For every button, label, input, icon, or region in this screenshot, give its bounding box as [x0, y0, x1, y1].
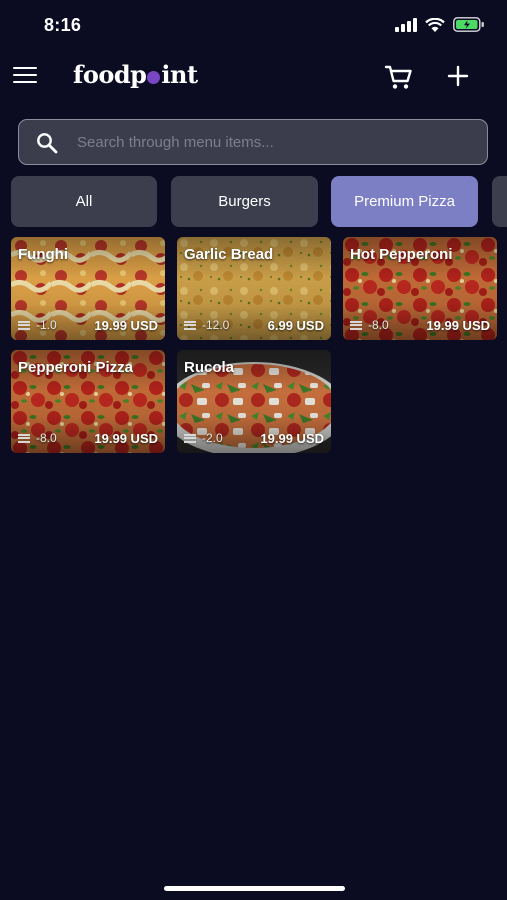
stock-icon [350, 320, 362, 330]
search-bar [18, 119, 488, 165]
stock-icon [184, 320, 196, 330]
item-stock: -2.0 [184, 431, 223, 445]
search-icon [37, 133, 58, 154]
category-burgers[interactable]: Burgers [171, 176, 318, 227]
item-stock: -8.0 [350, 318, 389, 332]
item-stock-value: -1.0 [36, 318, 57, 332]
item-stock-value: -8.0 [36, 431, 57, 445]
item-stock-value: -2.0 [202, 431, 223, 445]
logo-text-end: int [161, 60, 198, 89]
logo-text-start: foodp [73, 60, 147, 89]
item-price: 19.99 USD [94, 431, 158, 446]
category-label: All [75, 193, 93, 210]
battery-icon [453, 17, 484, 32]
category-label: Premium Pizza [354, 193, 455, 210]
item-stock-value: -8.0 [368, 318, 389, 332]
category-tabs: All Burgers Premium Pizza [11, 176, 507, 228]
item-name: Hot Pepperoni [350, 246, 453, 263]
item-stock: -12.0 [184, 318, 229, 332]
item-stock: -1.0 [18, 318, 57, 332]
menu-icon[interactable] [13, 66, 39, 86]
plus-icon[interactable] [446, 64, 470, 88]
category-all[interactable]: All [11, 176, 157, 227]
category-label: Burgers [218, 193, 271, 210]
item-price: 19.99 USD [426, 318, 490, 333]
item-price: 19.99 USD [94, 318, 158, 333]
item-stock-value: -12.0 [202, 318, 230, 332]
home-indicator[interactable] [164, 886, 345, 891]
stock-icon [184, 433, 196, 443]
menu-item-card[interactable]: Pepperoni Pizza -8.0 19.99 USD [11, 350, 165, 453]
status-bar: 8:16 [0, 0, 507, 50]
category-more[interactable] [492, 176, 507, 227]
app-logo: foodp int [73, 60, 198, 89]
cart-icon[interactable] [384, 62, 414, 92]
status-time: 8:16 [44, 15, 82, 35]
wifi-icon [425, 17, 445, 32]
category-premium-pizza[interactable]: Premium Pizza [331, 176, 478, 227]
stock-icon [18, 320, 30, 330]
stock-icon [18, 433, 30, 443]
search-input[interactable] [75, 120, 479, 165]
status-icons [395, 17, 485, 32]
menu-item-card[interactable]: Hot Pepperoni -8.0 19.99 USD [343, 237, 497, 340]
item-name: Funghi [18, 246, 68, 263]
app-header: foodp int [0, 52, 507, 102]
cellular-signal-icon [395, 17, 417, 32]
item-stock: -8.0 [18, 431, 57, 445]
menu-item-card[interactable]: Funghi -1.0 19.99 USD [11, 237, 165, 340]
item-price: 19.99 USD [260, 431, 324, 446]
menu-item-card[interactable]: Rucola -2.0 19.99 USD [177, 350, 331, 453]
logo-dot [147, 71, 161, 84]
item-name: Garlic Bread [184, 246, 274, 263]
item-name: Pepperoni Pizza [18, 359, 134, 376]
item-price: 6.99 USD [267, 318, 324, 333]
menu-item-card[interactable]: Garlic Bread -12.0 6.99 USD [177, 237, 331, 340]
item-name: Rucola [184, 359, 235, 376]
